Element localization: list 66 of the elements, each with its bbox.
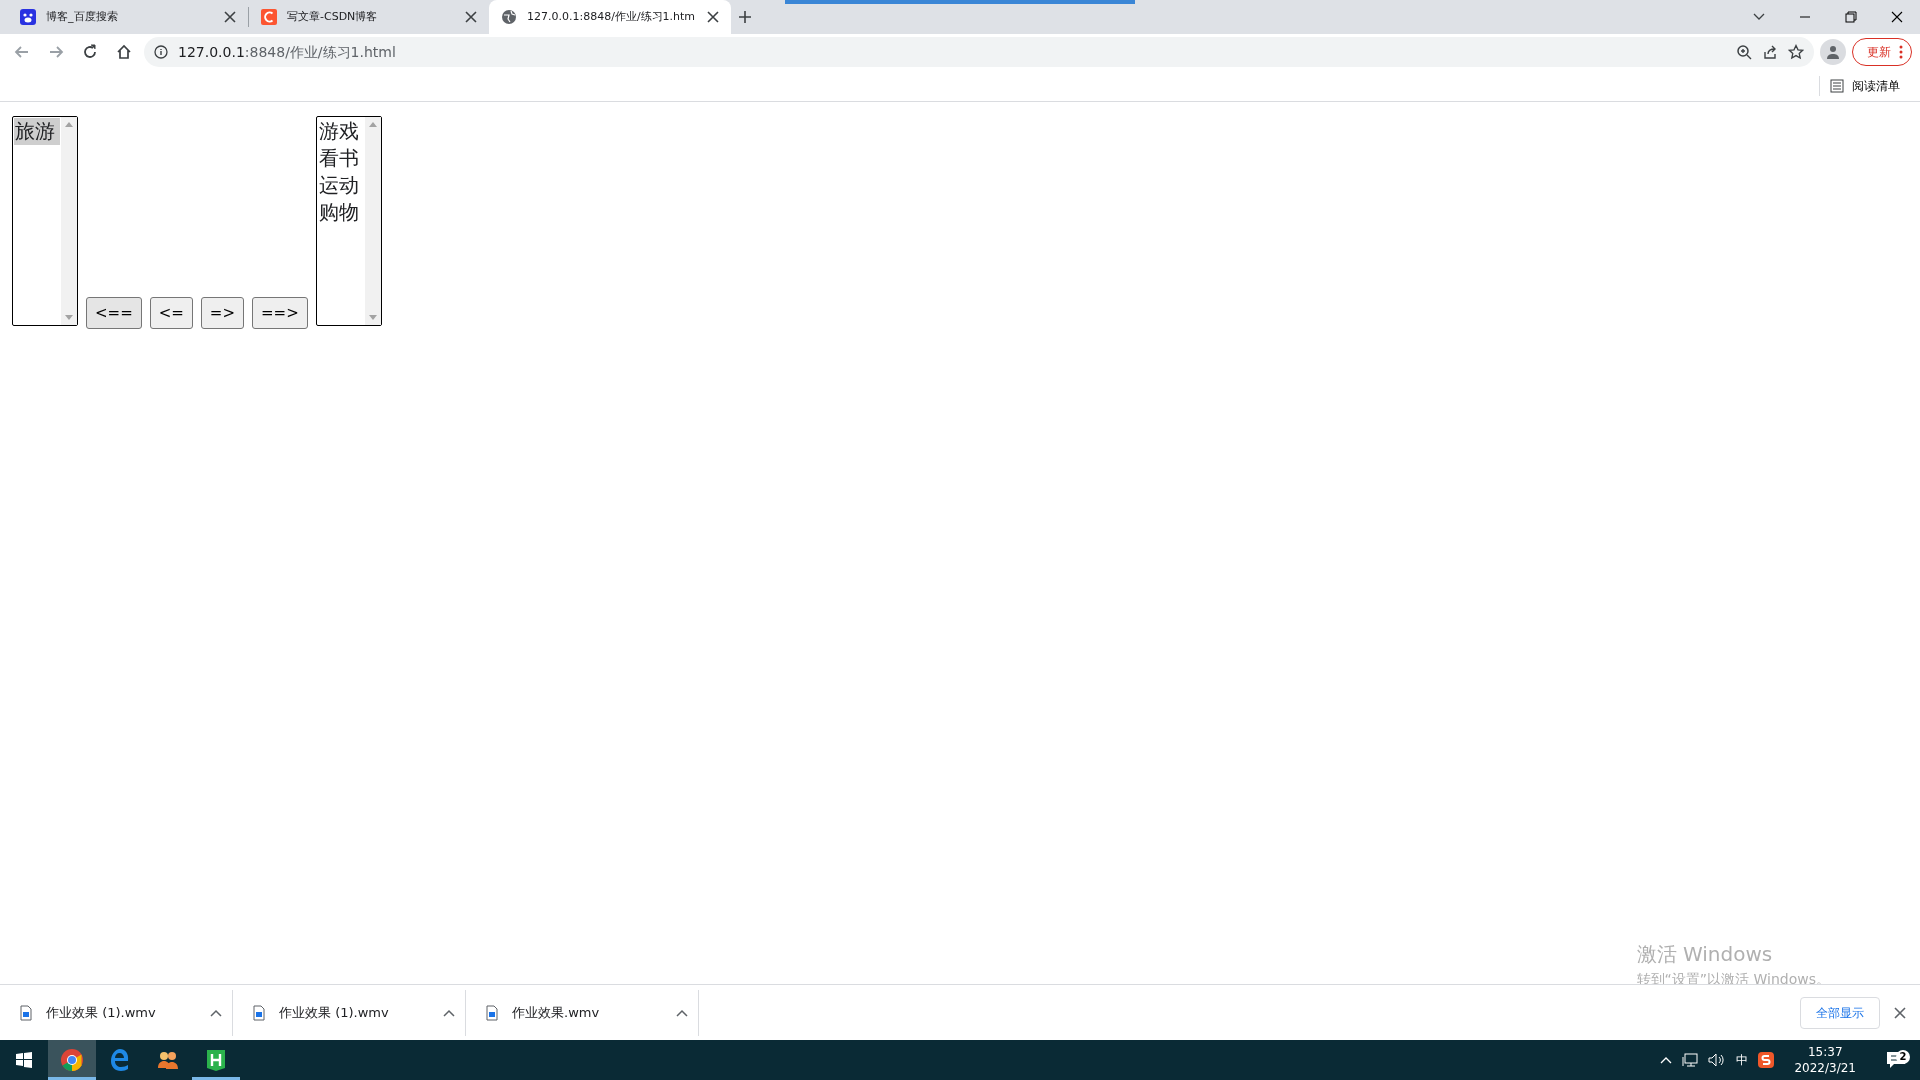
video-file-icon (486, 1004, 498, 1021)
tab-title: 写文章-CSDN博客 (287, 8, 379, 25)
list-box[interactable]: 游戏 看书 运动 购物 (315, 116, 382, 326)
download-filename: 作业效果 (1).wmv (46, 1003, 157, 1022)
download-item[interactable]: 作业效果.wmv (466, 989, 699, 1036)
person-silhouette-icon (1826, 45, 1840, 59)
close-tab-button[interactable] (222, 9, 238, 25)
info-icon (154, 45, 168, 59)
download-item[interactable]: 作业效果 (1).wmv (0, 989, 233, 1036)
paw-icon (20, 9, 36, 25)
letter-c-logo-icon (261, 9, 277, 25)
restore-icon[interactable] (1844, 10, 1858, 24)
download-item[interactable]: 作业效果 (1).wmv (233, 989, 466, 1036)
share-icon[interactable] (1762, 44, 1778, 60)
reload-icon[interactable] (81, 43, 99, 61)
list-option[interactable]: 购物 (317, 199, 364, 226)
list-option[interactable]: 运动 (317, 172, 364, 199)
clock-date[interactable]: 2022/3/21 (1794, 1060, 1856, 1076)
list-box[interactable]: 旅游 (12, 116, 78, 326)
reading-list-button[interactable]: 阅读清单 (1819, 75, 1906, 96)
close-tab-button[interactable] (705, 9, 722, 25)
move-button[interactable]: => (200, 297, 244, 329)
list-option[interactable]: 旅游 (14, 118, 60, 145)
zoom-icon[interactable] (1736, 44, 1752, 60)
activation-title: 激活 Windows (1636, 941, 1774, 968)
address-bar[interactable]: 127.0.0.1:8848/作业/练习1.html (144, 37, 1814, 67)
globe-icon (501, 9, 517, 25)
move-button[interactable]: ==> (252, 297, 308, 329)
speaker-icon[interactable] (1708, 1053, 1727, 1067)
download-filename: 作业效果.wmv (512, 1003, 601, 1022)
notification-count: 2 (1896, 1050, 1910, 1064)
move-button[interactable]: <= (149, 297, 193, 329)
chevron-up-icon[interactable] (443, 1009, 455, 1018)
url-text: 127.0.0.1:8848/作业/练习1.html (178, 42, 396, 62)
clock-time[interactable]: 15:37 (1807, 1044, 1843, 1060)
browser-tab[interactable]: 博客_百度搜索 (8, 0, 248, 34)
update-button[interactable]: 更新 (1852, 38, 1912, 66)
browser-tab[interactable]: 127.0.0.1:8848/作业/练习1.htm (489, 0, 732, 34)
tab-title: 127.0.0.1:8848/作业/练习1.htm (527, 8, 696, 25)
more-dots-icon (1899, 45, 1903, 59)
notification-button[interactable]: 2 (1876, 1050, 1916, 1070)
list-option[interactable]: 看书 (317, 145, 364, 172)
input-method-indicator[interactable]: 中 (1736, 1051, 1749, 1069)
letter-s-logo-icon[interactable] (1758, 1052, 1775, 1068)
chevron-up-icon[interactable] (210, 1009, 222, 1018)
video-file-icon (20, 1004, 32, 1021)
windows-logo-icon[interactable] (16, 1052, 32, 1068)
plus-icon[interactable] (738, 10, 753, 24)
close-icon[interactable] (1893, 1005, 1907, 1020)
letter-h-logo-icon (204, 1048, 228, 1072)
list-option[interactable]: 游戏 (317, 118, 364, 145)
browser-tab[interactable]: 写文章-CSDN博客 (249, 0, 489, 34)
profile-avatar[interactable] (1820, 39, 1846, 65)
tab-title: 博客_百度搜索 (46, 8, 119, 25)
close-icon[interactable] (1890, 10, 1904, 24)
chrome-logo-icon (60, 1048, 84, 1072)
video-file-icon (253, 1004, 265, 1021)
network-monitor-icon[interactable] (1682, 1053, 1699, 1067)
show-all-button[interactable]: 全部显示 (1800, 996, 1880, 1029)
star-icon[interactable] (1788, 44, 1804, 60)
list-icon (1830, 78, 1844, 93)
download-filename: 作业效果 (1).wmv (279, 1003, 390, 1022)
home-icon[interactable] (115, 43, 133, 61)
close-tab-button[interactable] (463, 9, 479, 25)
chevron-up-icon[interactable] (676, 1009, 688, 1018)
move-button[interactable]: <== (86, 297, 142, 329)
